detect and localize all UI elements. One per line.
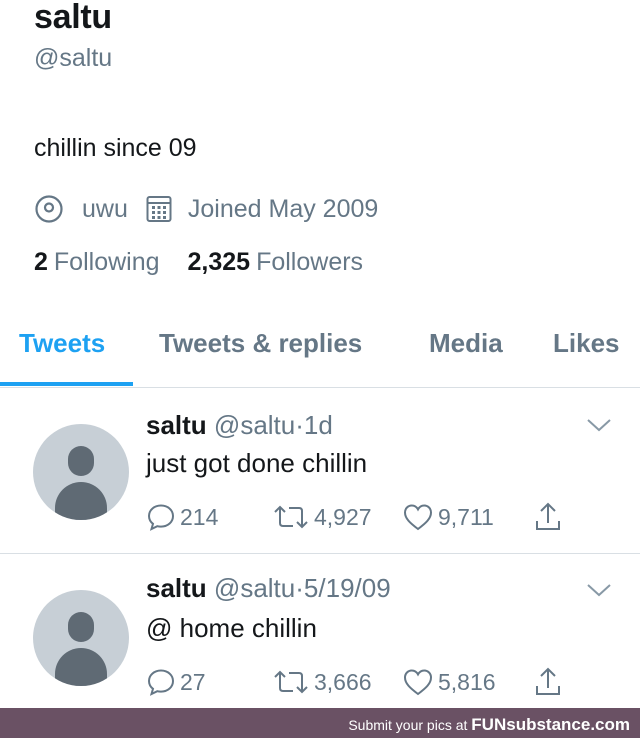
followers-count: 2,325 — [187, 248, 251, 276]
reply-button[interactable]: 27 — [146, 665, 206, 699]
tweet[interactable]: saltu @saltu·1d just got done chillin 21… — [0, 389, 640, 555]
share-button[interactable] — [534, 500, 566, 534]
active-tab-indicator — [0, 382, 133, 386]
share-icon — [534, 666, 566, 698]
following-count: 2 — [34, 248, 48, 276]
tweet-author-handle: @saltu — [213, 573, 296, 603]
tweet[interactable]: saltu @saltu·5/19/09 @ home chillin 27 3… — [0, 554, 640, 720]
like-button[interactable]: 5,816 — [402, 665, 496, 699]
tweet-separator: · — [295, 410, 304, 440]
profile-meta: uwu Joined May 2009 — [34, 193, 378, 225]
heart-icon — [402, 667, 438, 697]
tweet-timestamp[interactable]: 1d — [304, 410, 333, 440]
profile-handle: @saltu — [34, 44, 113, 72]
tweet-text: @ home chillin — [146, 613, 317, 643]
tab-media[interactable]: Media — [429, 328, 503, 359]
chevron-down-icon[interactable] — [586, 582, 612, 603]
reply-count: 27 — [180, 668, 206, 695]
tweet-author-handle: @saltu — [213, 410, 296, 440]
tab-tweets-and-replies[interactable]: Tweets & replies — [159, 328, 362, 359]
retweet-button[interactable]: 3,666 — [272, 665, 372, 699]
watermark-text: Submit your pics at FUNsubstance.com — [348, 715, 630, 735]
like-count: 9,711 — [438, 503, 494, 530]
tweet-header: saltu @saltu·1d — [146, 410, 333, 441]
profile-joined-date: Joined May 2009 — [187, 194, 379, 223]
chevron-down-icon[interactable] — [586, 417, 612, 438]
tab-likes[interactable]: Likes — [553, 328, 620, 359]
tab-tweets[interactable]: Tweets — [19, 328, 105, 359]
retweet-button[interactable]: 4,927 — [272, 500, 372, 534]
followers-link[interactable]: 2,325 Followers — [188, 248, 364, 277]
watermark-footer: Submit your pics at FUNsubstance.com — [0, 708, 640, 738]
reply-icon — [146, 502, 180, 532]
retweet-icon — [272, 667, 314, 697]
reply-button[interactable]: 214 — [146, 500, 218, 534]
profile-bio: chillin since 09 — [34, 134, 197, 162]
share-button[interactable] — [534, 665, 566, 699]
profile-tabs: Tweets Tweets & replies Media Likes — [0, 310, 640, 388]
location-pin-icon — [34, 194, 64, 224]
watermark-brand: FUNsubstance.com — [471, 715, 630, 734]
avatar[interactable] — [33, 424, 129, 520]
heart-icon — [402, 502, 438, 532]
tweet-header: saltu @saltu·5/19/09 — [146, 573, 391, 604]
reply-icon — [146, 667, 180, 697]
tweet-actions: 27 3,666 5,816 — [146, 665, 586, 699]
following-label: Following — [53, 248, 160, 276]
like-button[interactable]: 9,711 — [402, 500, 494, 534]
follow-stats: 2 Following 2,325 Followers — [34, 248, 363, 277]
tweet-actions: 214 4,927 9,711 — [146, 500, 586, 534]
tweet-timestamp[interactable]: 5/19/09 — [304, 573, 391, 603]
tweet-author-name[interactable]: saltu — [146, 410, 207, 440]
share-icon — [534, 501, 566, 533]
following-link[interactable]: 2 Following — [34, 248, 160, 277]
profile-location: uwu — [82, 194, 128, 223]
profile-header: saltu @saltu chillin since 09 uwu Joined… — [0, 0, 640, 310]
like-count: 5,816 — [438, 668, 496, 695]
tweet-text: just got done chillin — [146, 448, 368, 478]
tweet-author-name[interactable]: saltu — [146, 573, 207, 603]
retweet-icon — [272, 502, 314, 532]
retweet-count: 3,666 — [314, 668, 372, 695]
reply-count: 214 — [180, 503, 219, 530]
tweet-separator: · — [295, 573, 304, 603]
calendar-icon — [146, 195, 172, 223]
watermark-prefix: Submit your pics at — [348, 717, 468, 733]
retweet-count: 4,927 — [314, 503, 372, 530]
followers-label: Followers — [256, 248, 364, 276]
profile-display-name: saltu — [34, 0, 112, 36]
avatar[interactable] — [33, 590, 129, 686]
